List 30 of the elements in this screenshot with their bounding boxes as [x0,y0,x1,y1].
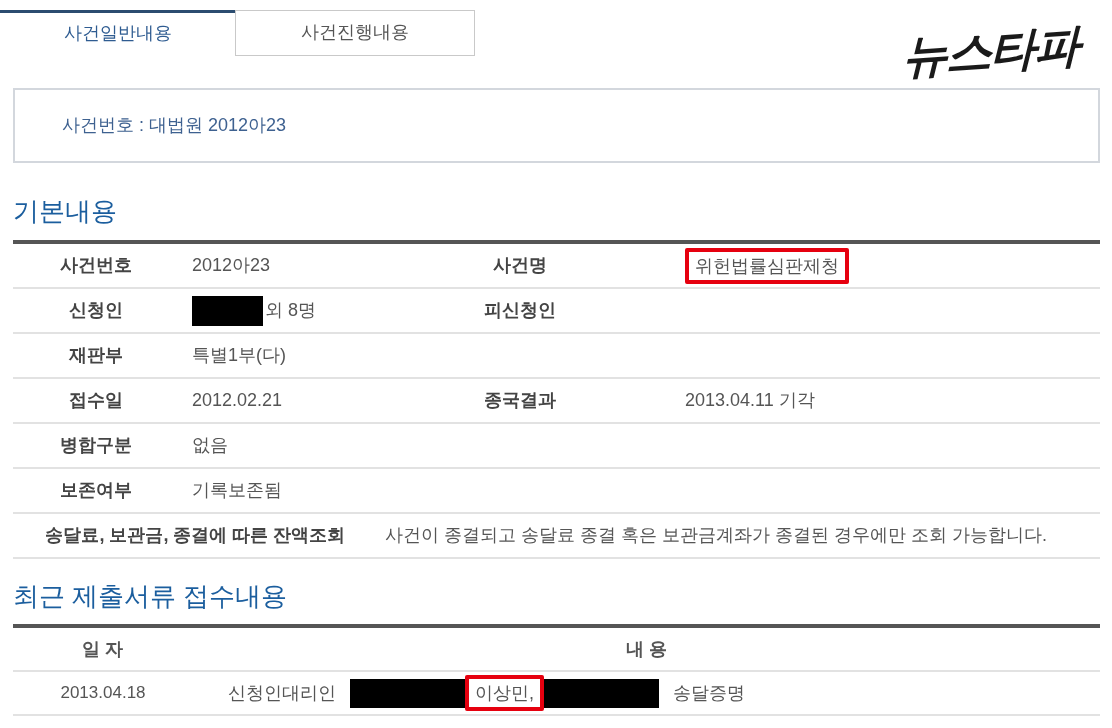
field-value: 특별1부(다) [192,344,286,367]
field-label: 신청인 [68,299,123,322]
tab[interactable]: 사건진행내용 [235,10,475,56]
column-header: 일 자 [82,637,124,661]
field-label: 피신청인 [484,299,556,322]
field-label: 사건명 [493,254,547,277]
document-text: 신청인대리인 [228,681,336,705]
field-label: 보존여부 [59,479,132,502]
section-heading: 기본내용 [13,195,118,227]
field-label: 접수일 [68,389,123,412]
field-label: 사건번호 [59,254,132,277]
highlighted-field-value: 위헌법률심판제청 [685,247,849,284]
field-value: 없음 [192,434,228,457]
redaction-bar [192,295,263,326]
field-value: 사건이 종결되고 송달료 종결 혹은 보관금계좌가 종결된 경우에만 조회 가능합니다. [385,524,1047,547]
field-value: 외 8명 [265,299,316,322]
field-label: 종국결과 [484,389,556,412]
field-label: 재판부 [68,344,123,367]
field-value: 2012.02.21 [192,389,283,412]
column-header: 내 용 [626,637,667,661]
field-value: 기록보존됨 [192,479,282,502]
highlighted-name: 이상민, [465,675,544,711]
case-number-text: 사건번호 : 대법원 2012아23 [62,114,287,137]
date-text: 2013.04.18 [60,682,146,705]
field-label: 송달료, 보관금, 종결에 따른 잔액조회 [45,524,346,547]
document-text: 송달증명 [673,681,745,705]
field-label: 병합구분 [59,434,132,457]
section-heading: 최근 제출서류 접수내용 [13,580,289,612]
field-value: 2012아23 [192,254,271,277]
field-value: 2013.04.11 기각 [685,389,815,412]
